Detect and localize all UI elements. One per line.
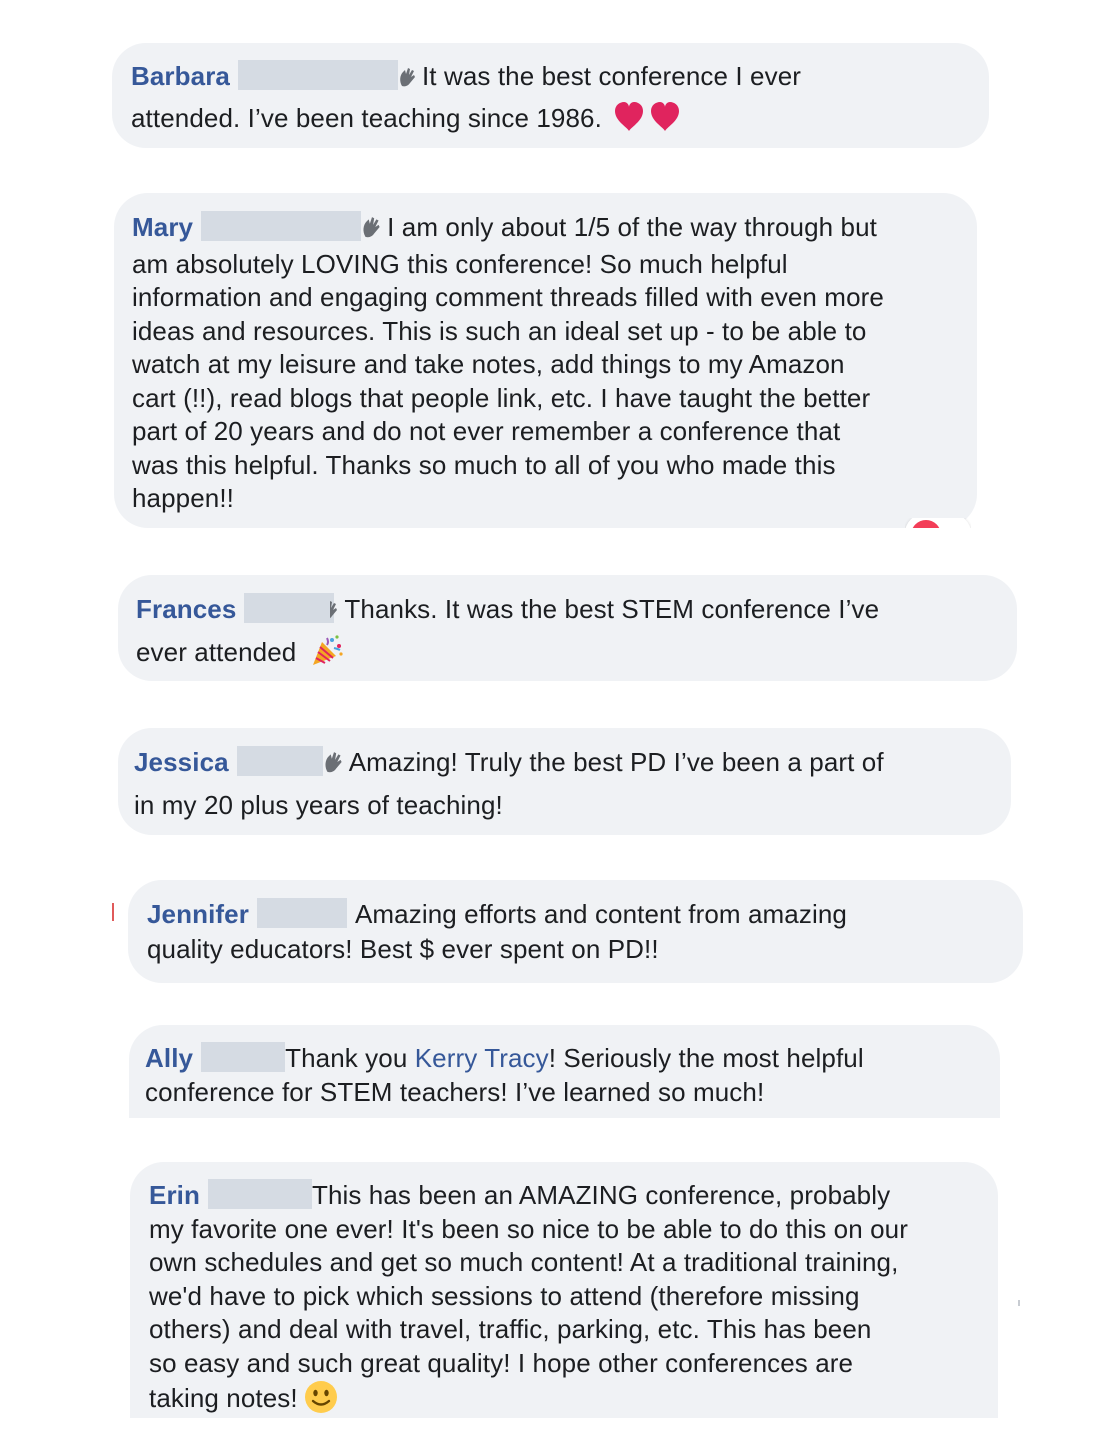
comment-line: cart (!!), read blogs that people link, … (132, 382, 871, 413)
comment-author[interactable]: Jessica (134, 747, 229, 777)
comment-line: so easy and such great quality! I hope o… (149, 1347, 854, 1378)
comment-author[interactable]: Mary (132, 212, 193, 242)
comment-line: Jessica Amazing! Truly the best PD I’ve b… (134, 746, 993, 783)
comment-line: watch at my leisure and take notes, add … (132, 349, 845, 379)
comment-bubble-barbara: Barbara It was the best conference I ever… (112, 43, 989, 148)
comment-line: Jennifer Amazing efforts and content from… (147, 898, 1005, 932)
comment-text: This has been an AMAZING conference, pro… (311, 1180, 891, 1210)
comment-bubble-mary: Mary I am only about 1/5 of the way throu… (114, 193, 977, 528)
comment-text: ! Seriously the most helpful (548, 1043, 864, 1073)
comment-line: ideas and resources. This is such an ide… (132, 315, 867, 346)
comment-text: It was the best conference I ever (421, 61, 802, 91)
comment-line: part of 20 years and do not ever remembe… (132, 416, 841, 446)
comment-text: ever attended (136, 636, 297, 667)
waving-hand-icon (323, 749, 345, 783)
comment-text: Amazing efforts and content from amazing (354, 899, 847, 929)
comment-author[interactable]: Frances (136, 594, 236, 624)
comment-line: own schedules and get so much content! A… (149, 1247, 899, 1277)
redacted-name-block (236, 746, 323, 776)
comment-line: taking notes! (149, 1380, 980, 1423)
waving-hand-icon (361, 214, 383, 248)
comment-text: I am only about 1/5 of the way through b… (387, 212, 877, 242)
heavy-heart-icon (649, 101, 681, 142)
comment-bubble-frances: Frances Thanks. It was the best STEM conf… (118, 575, 1017, 681)
comment-line: Frances Thanks. It was the best STEM conf… (136, 593, 999, 630)
comment-line: in my 20 plus years of teaching! (134, 789, 503, 820)
comment-line: Barbara It was the best conference I ever (131, 60, 969, 97)
comment-line: conference for STEM teachers! I’ve learn… (145, 1076, 765, 1107)
comment-bubble-erin: Erin This has been an AMAZING conference,… (130, 1162, 998, 1418)
comment-line: my favorite one ever! It's been so nice … (149, 1213, 908, 1244)
comment-line: quality educators! Best $ ever spent on … (147, 933, 659, 964)
party-popper-icon (310, 634, 344, 677)
mention-link[interactable]: Kerry Tracy (415, 1043, 549, 1073)
comment-text: attended. I’ve been teaching since 1986. (131, 102, 602, 133)
comment-bubble-ally: Ally Thank you Kerry Tracy! Seriously the… (129, 1025, 1000, 1118)
comment-author[interactable]: Barbara (131, 61, 230, 91)
comment-text: Thank you (285, 1043, 415, 1073)
reaction-badge[interactable] (905, 518, 971, 528)
comment-text: Thanks. It was the best STEM conference … (344, 594, 880, 624)
slightly-smiling-face-icon (304, 1380, 338, 1423)
edge-mark (112, 903, 114, 921)
comment-author[interactable]: Erin (149, 1180, 200, 1210)
comment-text: taking notes! (149, 1383, 298, 1413)
comment-bubble-jessica: Jessica Amazing! Truly the best PD I’ve b… (118, 728, 1011, 835)
comment-line: was this helpful. Thanks so much to all … (132, 449, 836, 480)
comment-author[interactable]: Ally (145, 1043, 193, 1073)
comment-bubble-jennifer: Jennifer Amazing efforts and content from… (128, 880, 1023, 983)
comment-line: information and engaging comment threads… (132, 282, 884, 312)
scroll-dot (1018, 1300, 1020, 1306)
redacted-name-block (201, 211, 362, 241)
comment-line: we'd have to pick which sessions to atte… (149, 1280, 860, 1311)
comment-line: happen!! (132, 483, 235, 513)
comment-text: Amazing! Truly the best PD I’ve been a p… (348, 747, 884, 777)
comment-line: Erin This has been an AMAZING conference,… (149, 1179, 980, 1213)
heavy-heart-icon (613, 101, 645, 142)
comment-line: Mary I am only about 1/5 of the way throu… (132, 211, 959, 248)
comment-line: others) and deal with travel, traffic, p… (149, 1314, 872, 1344)
redacted-name-block (256, 898, 347, 928)
redacted-name-block (207, 1179, 312, 1209)
waving-hand-icon (398, 63, 418, 97)
comment-author[interactable]: Jennifer (147, 899, 249, 929)
redacted-name-block (237, 60, 398, 90)
redacted-name-block (244, 593, 335, 623)
waving-hand-icon (322, 596, 340, 630)
redacted-name-block (201, 1042, 286, 1072)
comment-line: attended. I’ve been teaching since 1986. (131, 101, 969, 142)
comment-line: ever attended (136, 634, 999, 677)
comment-line: Ally Thank you Kerry Tracy! Seriously the… (145, 1042, 982, 1076)
comment-line: am absolutely LOVING this conference! So… (132, 248, 788, 279)
